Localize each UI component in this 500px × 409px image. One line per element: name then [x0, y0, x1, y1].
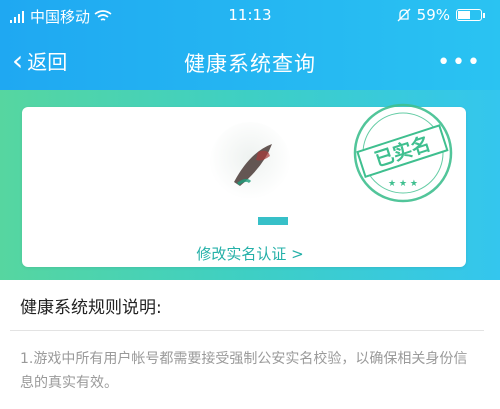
status-bar: 中国移动 11:13 59%: [0, 0, 500, 32]
avatar: [210, 122, 290, 202]
battery-fill: [458, 11, 470, 19]
verified-stamp: 已实名 ★ ★ ★: [353, 103, 453, 203]
nav-bar: ‹ 返回 健康系统查询 •••: [0, 32, 500, 90]
divider: [10, 330, 484, 331]
blurred-avatar-icon: [234, 144, 272, 186]
masked-name: [258, 217, 288, 225]
battery-percent: 59%: [416, 6, 450, 24]
rules-title: 健康系统规则说明:: [20, 298, 162, 318]
more-menu-button[interactable]: •••: [437, 50, 482, 75]
stamp-stars: ★ ★ ★: [388, 179, 418, 189]
page-title: 健康系统查询: [184, 52, 316, 76]
alarm-mute-icon: [397, 8, 411, 22]
status-right: 59%: [397, 6, 485, 24]
rules-text-line-1: 1.游戏中所有用户帐号都需要接受强制公安实名校验，以确保相关身份信息的真实有效。: [20, 351, 468, 391]
modify-verification-link[interactable]: 修改实名认证 >: [0, 243, 500, 264]
battery-icon: [456, 9, 485, 21]
